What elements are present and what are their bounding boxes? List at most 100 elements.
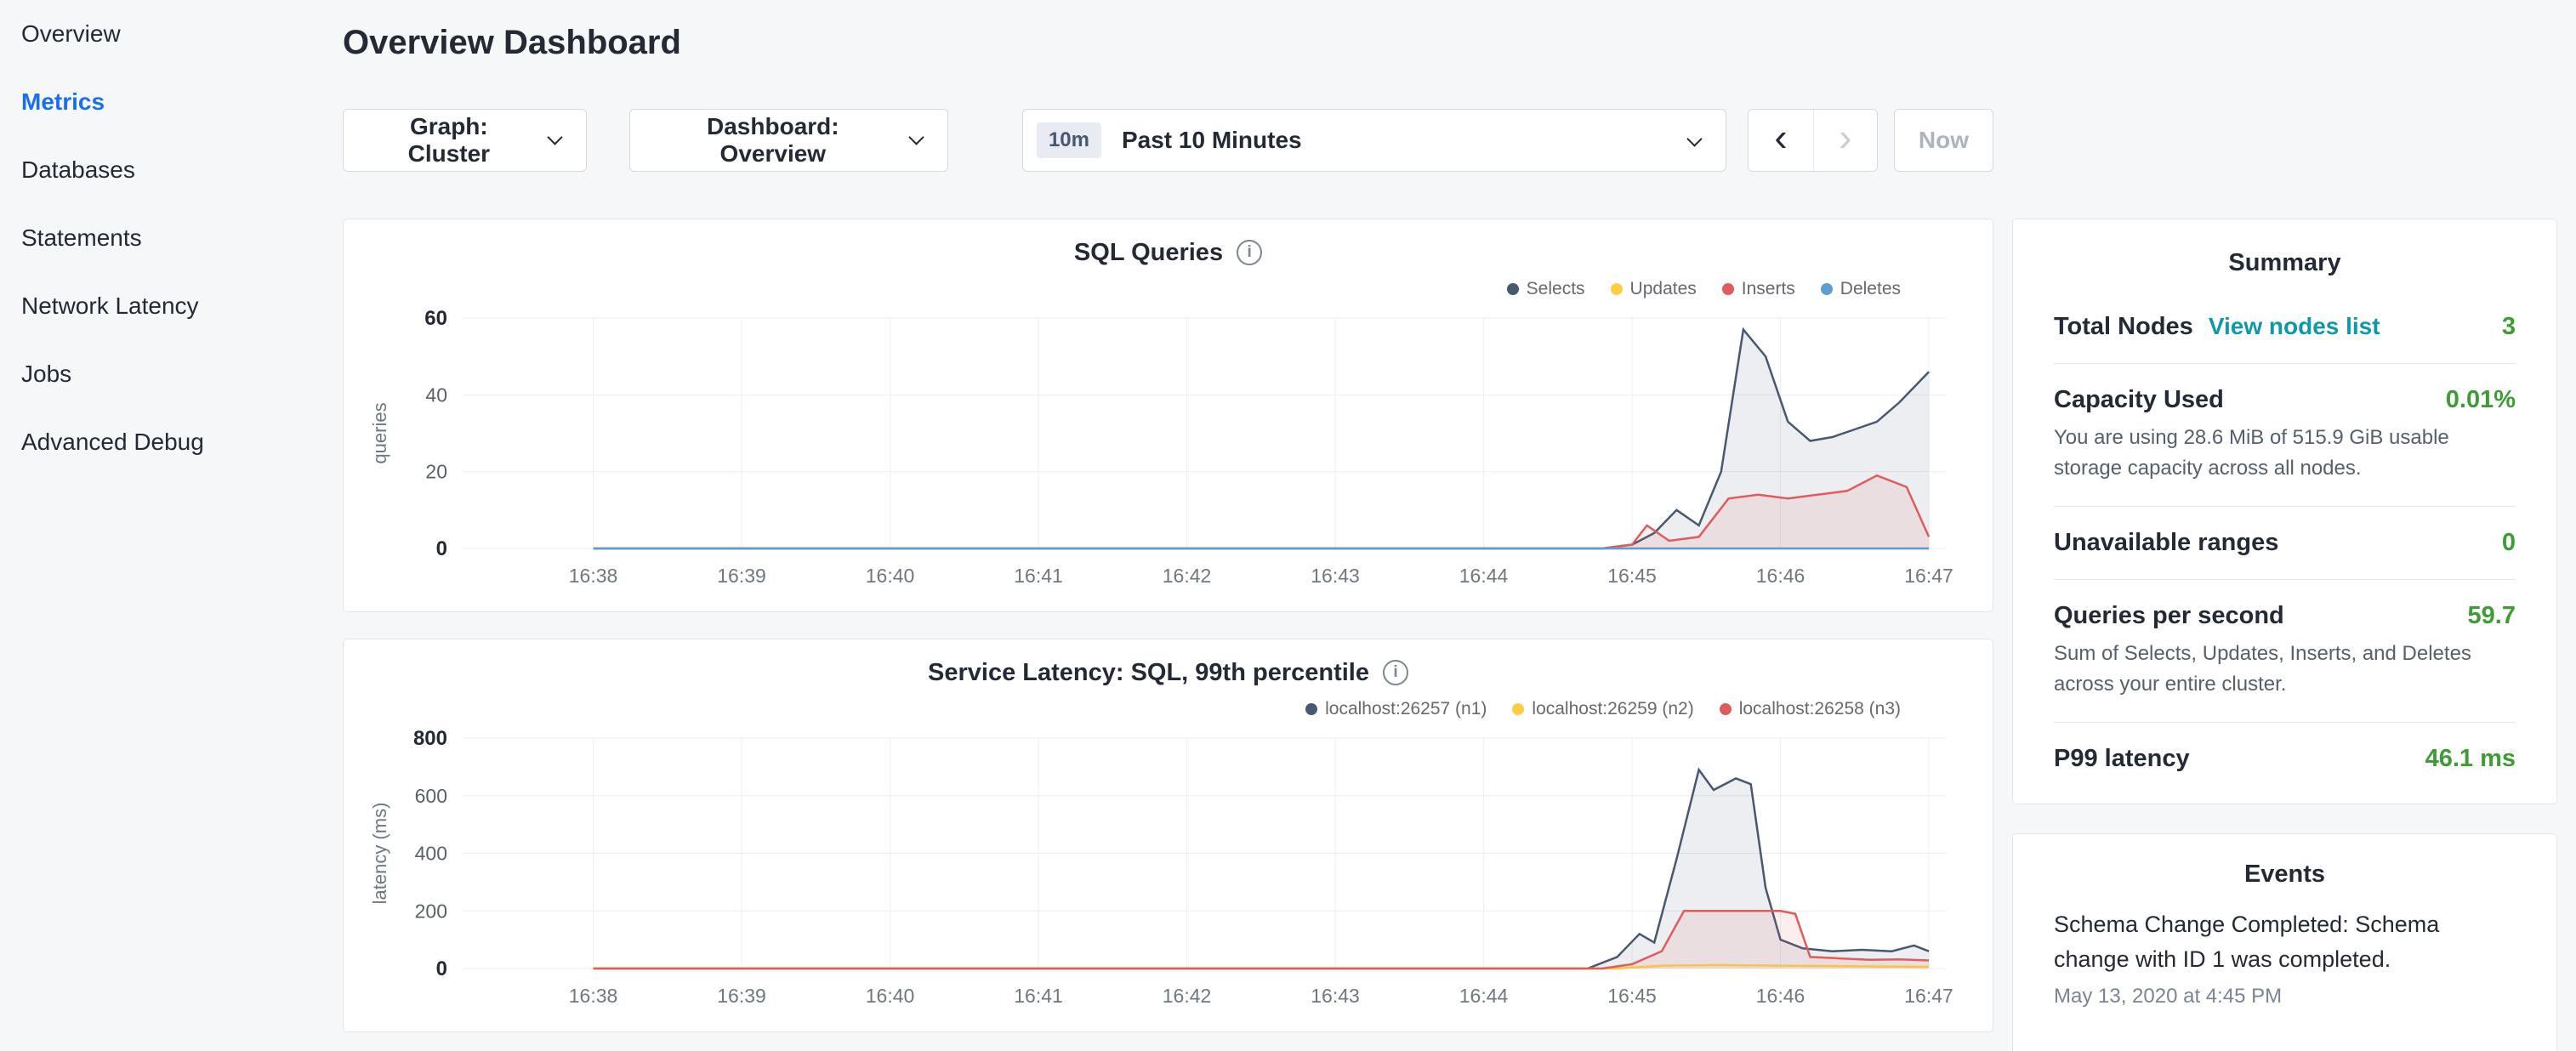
summary-description: Sum of Selects, Updates, Inserts, and De… xyxy=(2054,639,2516,700)
svg-text:16:41: 16:41 xyxy=(1014,565,1063,587)
summary-panel: Summary Total Nodes View nodes list 3 Ca… xyxy=(2012,219,2557,804)
now-button[interactable]: Now xyxy=(1894,109,1993,172)
svg-text:16:42: 16:42 xyxy=(1163,985,1212,1007)
page-title: Overview Dashboard xyxy=(343,22,1993,63)
summary-label: Unavailable ranges xyxy=(2054,529,2278,557)
svg-text:16:44: 16:44 xyxy=(1459,985,1509,1007)
legend-dot xyxy=(1305,703,1317,715)
legend-dot xyxy=(1720,703,1732,715)
svg-text:60: 60 xyxy=(424,308,447,330)
service-latency-chart: 16:3816:3916:4016:4116:4216:4316:4416:45… xyxy=(344,728,1993,1020)
dashboard-dropdown[interactable]: Dashboard: Overview xyxy=(629,109,948,172)
sql-queries-chart-panel: SQL Queries i Selects Updates Inserts xyxy=(343,219,1993,612)
legend-dot xyxy=(1611,283,1623,295)
svg-text:16:45: 16:45 xyxy=(1607,985,1657,1007)
view-nodes-link[interactable]: View nodes list xyxy=(2209,313,2380,340)
graph-scope-dropdown[interactable]: Graph: Cluster xyxy=(343,109,587,172)
legend-item-inserts[interactable]: Inserts xyxy=(1722,279,1795,299)
legend-item-n3[interactable]: localhost:26258 (n3) xyxy=(1720,699,1901,719)
summary-title: Summary xyxy=(2054,245,2516,281)
chart-legend: localhost:26257 (n1) localhost:26259 (n2… xyxy=(344,690,1993,728)
legend-label: Updates xyxy=(1630,279,1697,299)
legend-label: localhost:26259 (n2) xyxy=(1532,699,1693,719)
dashboard-label: Dashboard: Overview xyxy=(656,113,890,168)
chart-title-row: SQL Queries i xyxy=(344,235,1993,270)
sidebar-item-network-latency[interactable]: Network Latency xyxy=(21,272,332,340)
app-root: Overview Metrics Databases Statements Ne… xyxy=(0,0,2576,1051)
time-back-button[interactable]: ‹ xyxy=(1749,110,1812,171)
svg-text:16:39: 16:39 xyxy=(717,565,766,587)
time-window-label: Past 10 Minutes xyxy=(1122,127,1302,154)
time-window-badge: 10m xyxy=(1037,122,1101,158)
svg-text:latency (ms): latency (ms) xyxy=(369,803,390,905)
svg-text:16:44: 16:44 xyxy=(1459,565,1509,587)
svg-text:0: 0 xyxy=(436,957,447,980)
chart-title: Service Latency: SQL, 99th percentile xyxy=(928,659,1369,687)
summary-row-unavailable-ranges: Unavailable ranges 0 xyxy=(2054,506,2516,579)
right-sidebar: Summary Total Nodes View nodes list 3 Ca… xyxy=(2012,0,2557,1051)
event-message: Schema Change Completed: Schema change w… xyxy=(2054,907,2516,976)
sidebar: Overview Metrics Databases Statements Ne… xyxy=(0,0,332,1051)
chevron-down-icon xyxy=(547,129,562,145)
svg-text:600: 600 xyxy=(415,785,447,807)
sidebar-item-jobs[interactable]: Jobs xyxy=(21,340,332,408)
event-item: Schema Change Completed: Schema change w… xyxy=(2054,907,2516,1008)
info-icon[interactable]: i xyxy=(1383,660,1408,685)
summary-label: Capacity Used xyxy=(2054,386,2224,414)
summary-description: You are using 28.6 MiB of 515.9 GiB usab… xyxy=(2054,423,2516,484)
legend-label: localhost:26257 (n1) xyxy=(1325,699,1487,719)
sidebar-item-advanced-debug[interactable]: Advanced Debug xyxy=(21,408,332,476)
svg-text:16:43: 16:43 xyxy=(1311,565,1360,587)
svg-text:16:40: 16:40 xyxy=(866,565,915,587)
time-step-buttons: ‹ › xyxy=(1748,109,1877,172)
svg-text:0: 0 xyxy=(436,537,447,560)
summary-value: 3 xyxy=(2502,313,2516,341)
info-icon[interactable]: i xyxy=(1237,240,1262,265)
summary-value: 0 xyxy=(2502,529,2516,557)
legend-item-updates[interactable]: Updates xyxy=(1611,279,1697,299)
svg-text:16:43: 16:43 xyxy=(1311,985,1360,1007)
time-forward-button[interactable]: › xyxy=(1813,110,1877,171)
legend-item-deletes[interactable]: Deletes xyxy=(1821,279,1901,299)
chart-title-row: Service Latency: SQL, 99th percentile i xyxy=(344,655,1993,690)
summary-row-capacity-used: Capacity Used 0.01% You are using 28.6 M… xyxy=(2054,363,2516,506)
svg-text:40: 40 xyxy=(425,383,447,406)
legend-dot xyxy=(1507,283,1519,295)
chevron-down-icon xyxy=(908,129,924,145)
svg-text:20: 20 xyxy=(425,461,447,483)
svg-text:16:45: 16:45 xyxy=(1607,565,1657,587)
svg-text:16:39: 16:39 xyxy=(717,985,766,1007)
sidebar-item-databases[interactable]: Databases xyxy=(21,136,332,204)
summary-row-queries-per-second: Queries per second 59.7 Sum of Selects, … xyxy=(2054,579,2516,722)
svg-text:16:41: 16:41 xyxy=(1014,985,1063,1007)
dashboard-controls: Graph: Cluster Dashboard: Overview 10m P… xyxy=(343,109,1993,172)
svg-text:16:38: 16:38 xyxy=(569,565,618,587)
events-title: Events xyxy=(2054,856,2516,892)
time-window-dropdown[interactable]: 10m Past 10 Minutes xyxy=(1022,109,1727,172)
legend-item-selects[interactable]: Selects xyxy=(1507,279,1585,299)
sidebar-item-statements[interactable]: Statements xyxy=(21,204,332,272)
sidebar-item-overview[interactable]: Overview xyxy=(21,0,332,68)
svg-text:16:47: 16:47 xyxy=(1904,985,1953,1007)
svg-text:400: 400 xyxy=(415,843,447,865)
legend-item-n2[interactable]: localhost:26259 (n2) xyxy=(1512,699,1693,719)
svg-text:16:47: 16:47 xyxy=(1904,565,1953,587)
summary-label: P99 latency xyxy=(2054,745,2190,773)
legend-label: Inserts xyxy=(1742,279,1795,299)
sidebar-item-metrics[interactable]: Metrics xyxy=(21,68,332,136)
summary-row-p99-latency: P99 latency 46.1 ms xyxy=(2054,722,2516,795)
svg-text:16:42: 16:42 xyxy=(1163,565,1212,587)
svg-text:16:40: 16:40 xyxy=(866,985,915,1007)
service-latency-chart-panel: Service Latency: SQL, 99th percentile i … xyxy=(343,639,1993,1032)
summary-value: 46.1 ms xyxy=(2425,745,2516,773)
summary-label: Queries per second xyxy=(2054,602,2284,630)
legend-dot xyxy=(1722,283,1734,295)
legend-item-n1[interactable]: localhost:26257 (n1) xyxy=(1305,699,1487,719)
summary-row-total-nodes: Total Nodes View nodes list 3 xyxy=(2054,291,2516,363)
events-panel: Events Schema Change Completed: Schema c… xyxy=(2012,833,2557,1051)
legend-label: localhost:26258 (n3) xyxy=(1739,699,1901,719)
summary-label: Total Nodes xyxy=(2054,313,2193,341)
sql-queries-chart: 16:38 16:39 16:40 16:41 16:42 16:43 16:44 16:45… xyxy=(344,308,1993,599)
summary-value: 0.01% xyxy=(2446,386,2516,414)
legend-label: Selects xyxy=(1527,279,1585,299)
